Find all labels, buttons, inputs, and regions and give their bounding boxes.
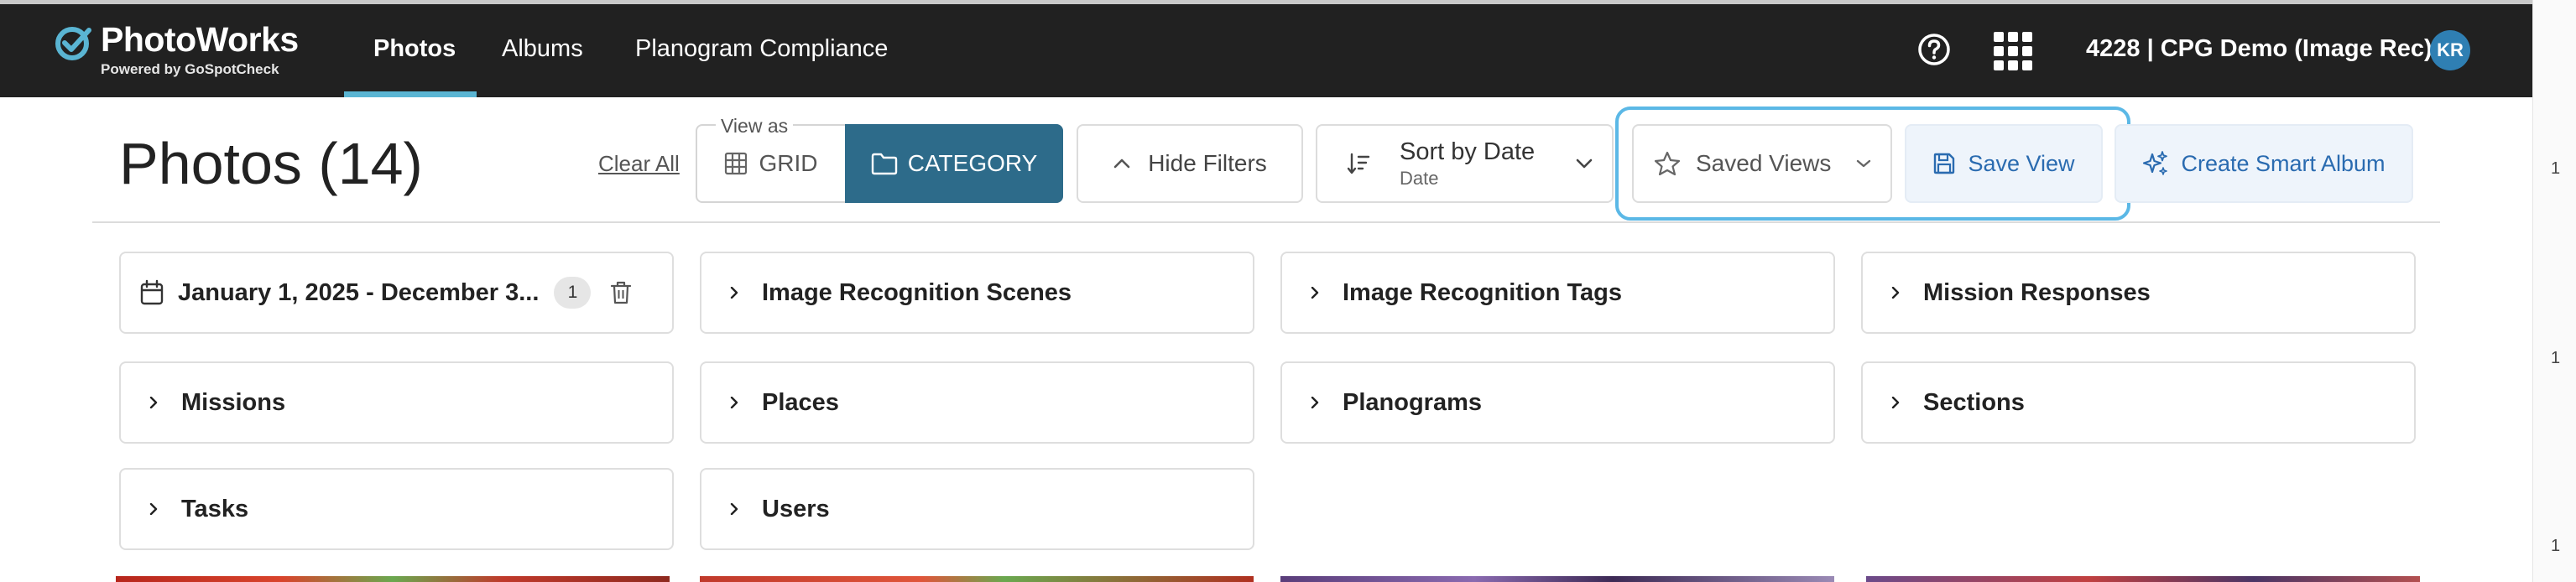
filter-tasks[interactable]: Tasks — [119, 468, 674, 550]
clear-all-link[interactable]: Clear All — [598, 151, 680, 177]
saved-views-dropdown[interactable]: Saved Views — [1632, 124, 1892, 203]
folder-icon — [871, 153, 897, 175]
nav-tab-planogram-compliance[interactable]: Planogram Compliance — [635, 0, 888, 97]
toolbar-divider — [92, 221, 2440, 223]
filter-count-badge: 1 — [554, 277, 592, 309]
apps-grid-icon[interactable] — [1994, 32, 2032, 70]
edge-mark: 1 — [2551, 159, 2561, 178]
filter-places[interactable]: Places — [700, 361, 1254, 444]
filter-label: Mission Responses — [1923, 278, 2151, 306]
filter-planograms[interactable]: Planograms — [1280, 361, 1835, 444]
sort-sublabel: Date — [1400, 167, 1439, 189]
right-edge-panel — [2532, 0, 2576, 582]
edge-mark: 1 — [2551, 349, 2561, 367]
grid-icon — [724, 152, 747, 175]
sort-dropdown[interactable]: Sort by Date Date — [1316, 124, 1614, 203]
view-category-button[interactable]: CATEGORY — [845, 124, 1063, 203]
chevron-right-icon — [1311, 397, 1319, 408]
filter-image-recognition-scenes[interactable]: Image Recognition Scenes — [700, 252, 1254, 334]
filter-label: Missions — [181, 388, 286, 416]
hide-filters-button[interactable]: Hide Filters — [1077, 124, 1303, 203]
chevron-right-icon — [730, 397, 738, 408]
chevron-right-icon — [730, 503, 738, 515]
page-title: Photos (14) — [119, 131, 423, 196]
date-range-filter[interactable]: January 1, 2025 - December 3... 1 — [119, 252, 674, 334]
filter-sections[interactable]: Sections — [1861, 361, 2416, 444]
sort-descending-icon — [1347, 153, 1370, 174]
photo-thumbnail[interactable] — [1866, 576, 2420, 582]
account-switcher[interactable]: 4228 | CPG Demo (Image Rec) — [2086, 0, 2433, 97]
chevron-down-icon — [1576, 158, 1593, 169]
nav-tab-label: Photos — [373, 34, 456, 62]
filter-missions[interactable]: Missions — [119, 361, 674, 444]
sort-label: Sort by Date — [1400, 138, 1536, 165]
active-tab-indicator — [344, 91, 477, 97]
chevron-right-icon — [1891, 287, 1900, 299]
filter-image-recognition-tags[interactable]: Image Recognition Tags — [1280, 252, 1835, 334]
filter-label: Tasks — [181, 495, 249, 522]
trash-icon[interactable] — [609, 280, 633, 305]
user-avatar[interactable]: KR — [2430, 30, 2470, 70]
photoworks-logo[interactable]: PhotoWorks Powered by GoSpotCheck — [54, 20, 299, 77]
chevron-right-icon — [149, 503, 158, 515]
brand-name: PhotoWorks — [101, 20, 299, 59]
save-view-label: Save View — [1968, 150, 2075, 176]
filter-label: Image Recognition Tags — [1343, 278, 1623, 306]
filter-label: Sections — [1923, 388, 2025, 416]
view-grid-label: GRID — [759, 150, 818, 176]
photo-thumbnail[interactable] — [700, 576, 1254, 582]
photo-thumbnail[interactable] — [116, 576, 670, 582]
filter-label: Users — [762, 495, 830, 522]
saved-views-label: Saved Views — [1696, 150, 1832, 176]
chevron-right-icon — [1891, 397, 1900, 408]
save-floppy-icon — [1934, 153, 1955, 174]
chevron-right-icon — [149, 397, 158, 408]
nav-tab-label: Albums — [502, 34, 583, 62]
create-smart-album-button[interactable]: Create Smart Album — [2115, 124, 2413, 203]
filter-label: Image Recognition Scenes — [762, 278, 1072, 306]
filter-label: Places — [762, 388, 839, 416]
chevron-down-icon — [1856, 159, 1871, 168]
brand-tagline: Powered by GoSpotCheck — [101, 61, 279, 77]
create-smart-album-label: Create Smart Album — [2181, 150, 2386, 176]
chevron-up-icon — [1113, 158, 1130, 169]
view-category-label: CATEGORY — [907, 150, 1038, 176]
photo-thumbnail[interactable] — [1280, 576, 1834, 582]
calendar-icon — [140, 279, 164, 305]
save-view-button[interactable]: Save View — [1905, 124, 2103, 203]
help-circle-icon[interactable] — [1917, 33, 1951, 66]
account-name: 4228 | CPG Demo (Image Rec) — [2086, 34, 2433, 62]
chevron-right-icon — [730, 287, 738, 299]
edge-mark: 1 — [2551, 537, 2561, 555]
filter-mission-responses[interactable]: Mission Responses — [1861, 252, 2416, 334]
filter-users[interactable]: Users — [700, 468, 1254, 550]
star-icon — [1654, 151, 1681, 176]
filter-label: Planograms — [1343, 388, 1482, 416]
nav-tab-photos[interactable]: Photos — [373, 0, 456, 97]
date-range-label: January 1, 2025 - December 3... — [178, 278, 540, 306]
view-grid-button[interactable]: GRID — [697, 126, 844, 201]
hide-filters-label: Hide Filters — [1148, 150, 1267, 176]
chevron-right-icon — [1311, 287, 1319, 299]
nav-tab-albums[interactable]: Albums — [502, 0, 583, 97]
nav-tab-label: Planogram Compliance — [635, 34, 889, 62]
sparkles-icon — [2143, 151, 2168, 175]
check-circle-logo-icon — [55, 27, 91, 60]
